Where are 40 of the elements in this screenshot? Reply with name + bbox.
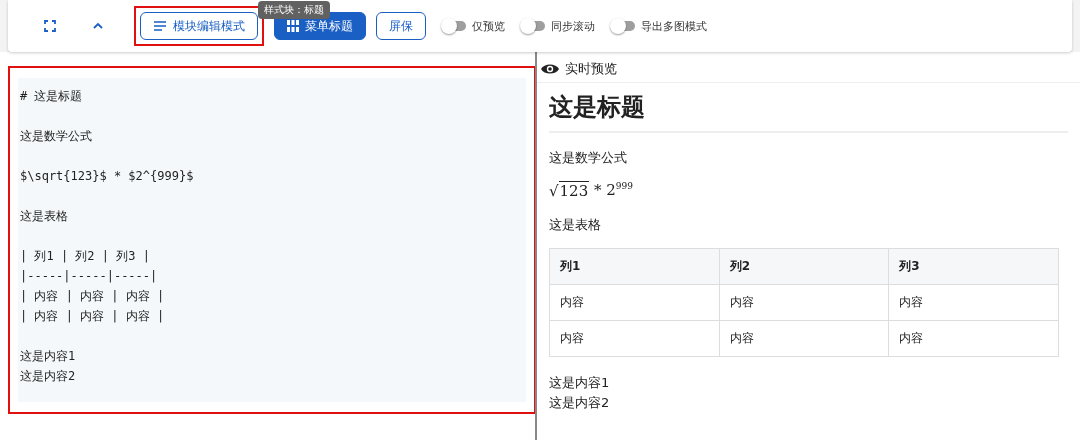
menu-icon — [153, 20, 167, 32]
paragraph: 这是内容1 — [549, 374, 611, 392]
code-line: 这是内容2 — [20, 368, 77, 385]
table-cell: 内容 — [549, 320, 720, 357]
preview-heading: 这是标题 — [549, 91, 1068, 132]
toolbar-button[interactable]: 屏保 — [376, 12, 426, 40]
math-formula: √123 * 2$^{999}$ — [549, 181, 634, 200]
preview-title: 实时预览 — [565, 60, 617, 78]
code-line: 这是数学公式 — [20, 128, 93, 145]
toggle-switch[interactable] — [613, 21, 635, 31]
code-line: 这是表格 — [20, 208, 69, 225]
column-header: 列1 — [549, 248, 720, 285]
toggle-label: 导出多图模式 — [641, 18, 707, 34]
code-line: $\sqrt{123}$ * $2^{999}$ — [20, 168, 195, 185]
table-cell: 内容 — [719, 284, 889, 321]
code-line: | 内容 | 内容 | 内容 | — [20, 288, 166, 305]
tooltip: 样式块：标题 — [258, 1, 330, 19]
code-editor[interactable]: # 这是标题 这是数学公式 $\sqrt{123}$ * $2^{999}$ 这是表格 | 列1 | 列2 | 列3 | |-----|-----|-----| | 内容 | 内容 | 内容 | | 内容 | 内容 | 内容 | 这是内容1 这是内容2 — [18, 78, 526, 402]
table-cell: 内容 — [549, 284, 720, 321]
code-line: # 这是标题 — [20, 88, 84, 105]
table-cell: 内容 — [719, 320, 889, 357]
column-header: 列2 — [719, 248, 889, 285]
toggle-switch[interactable] — [444, 21, 466, 31]
toggle-label: 仅预览 — [472, 18, 505, 34]
grid-icon — [287, 20, 299, 32]
toggle-switch[interactable] — [523, 21, 545, 31]
code-line: | 内容 | 内容 | 内容 | — [20, 308, 166, 325]
toolbar-button[interactable]: 模块编辑模式 — [140, 12, 258, 40]
toggle-label: 同步滚动 — [551, 18, 595, 34]
paragraph: 这是数学公式 — [549, 149, 628, 167]
paragraph: 这是表格 — [549, 216, 602, 234]
table-cell: 内容 — [888, 320, 1059, 357]
radical-sign: √ — [549, 182, 559, 200]
code-line: |-----|-----|-----| — [20, 268, 159, 285]
table-cell: 内容 — [888, 284, 1059, 321]
code-line: | 列1 | 列2 | 列3 | — [20, 248, 151, 265]
eye-icon — [541, 63, 559, 75]
paragraph: 这是内容2 — [549, 394, 611, 412]
column-header: 列3 — [888, 248, 1059, 285]
code-line: 这是内容1 — [20, 348, 77, 365]
